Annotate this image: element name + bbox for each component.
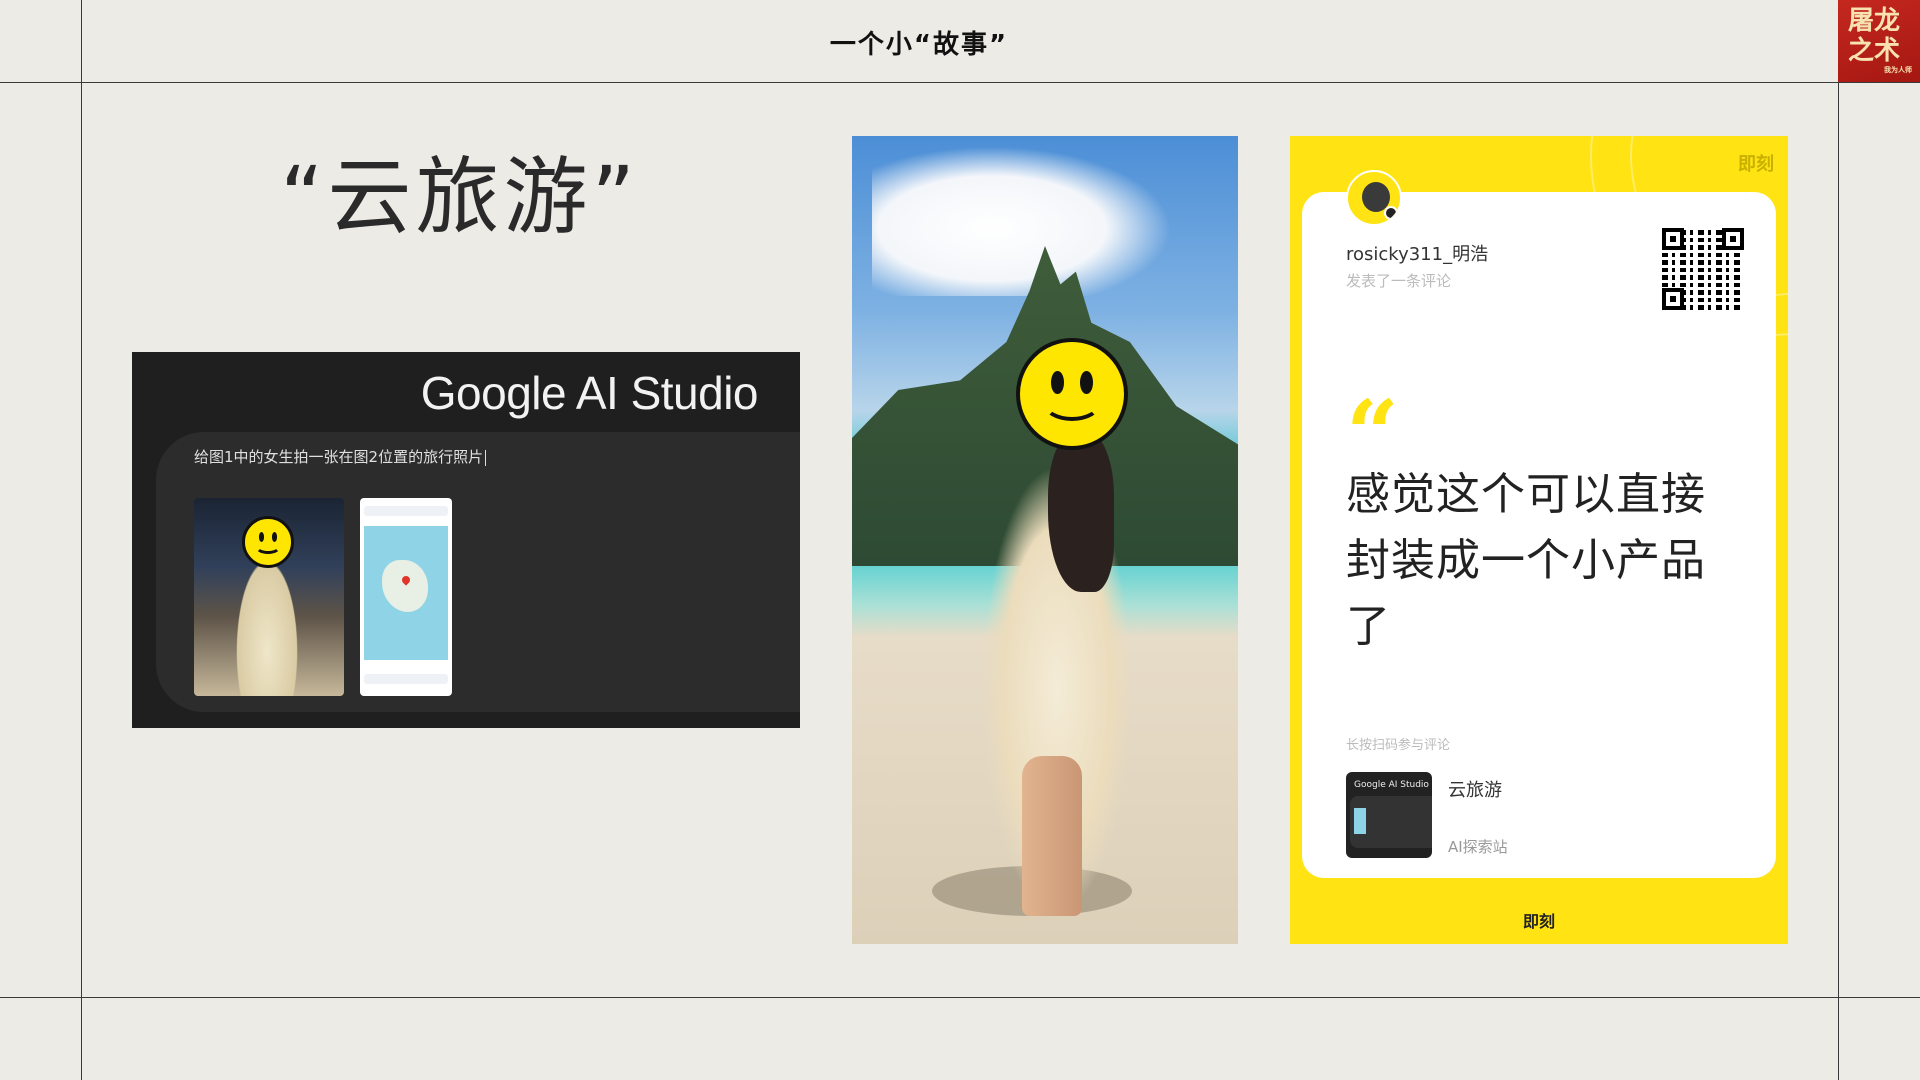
- avatar[interactable]: [1346, 170, 1402, 226]
- girl-figure: [232, 548, 302, 696]
- avatar-badge-icon: [1384, 206, 1398, 220]
- jike-logo-top: 即刻: [1738, 154, 1774, 175]
- ai-studio-logo: Google AI Studio: [420, 367, 759, 419]
- user-action: 发表了一条评论: [1346, 272, 1452, 290]
- girl-hair: [1048, 432, 1114, 592]
- topic-thumb-logo: Google AI Studio: [1354, 780, 1429, 790]
- prompt-input[interactable]: 给图1中的女生拍一张在图2位置的旅行照片: [194, 446, 486, 467]
- seal-small-text: 我为人师: [1884, 65, 1912, 74]
- ai-studio-screenshot: Google AI Studio 给图1中的女生拍一张在图2位置的旅行照片: [132, 352, 800, 728]
- generated-travel-photo: [852, 136, 1238, 944]
- cloud: [872, 146, 1172, 296]
- map-screenshot-thumbnail[interactable]: [360, 498, 452, 696]
- top-divider: [0, 82, 1920, 83]
- username[interactable]: rosicky311_明浩: [1346, 240, 1488, 266]
- seal-text: 屠龙之术: [1848, 6, 1901, 66]
- qr-code-icon: [1658, 224, 1748, 314]
- left-divider: [81, 0, 82, 1080]
- slide-title: “云旅游”: [280, 148, 640, 246]
- bottom-divider: [0, 997, 1920, 998]
- scan-hint: 长按扫码参与评论: [1346, 738, 1451, 753]
- topic-subtitle: AI探索站: [1448, 838, 1508, 856]
- map-buttons: [364, 674, 448, 684]
- seal-logo: 屠龙之术 我为人师: [1838, 0, 1920, 82]
- topic-thumbnail[interactable]: Google AI Studio: [1346, 772, 1432, 858]
- prompt-panel: 给图1中的女生拍一张在图2位置的旅行照片: [156, 432, 800, 712]
- topic-thumb-image: [1354, 808, 1366, 834]
- map-search-bar: [364, 506, 448, 516]
- topic-title[interactable]: 云旅游: [1448, 776, 1502, 802]
- comment-text: 感觉这个可以直接封装成一个小产品了: [1346, 469, 1706, 652]
- girl-legs: [1022, 756, 1082, 916]
- reference-photo-thumbnail[interactable]: [194, 498, 344, 696]
- smiley-face-icon: [1016, 338, 1128, 450]
- smiley-face-icon: [242, 516, 294, 568]
- comment-content: rosicky311_明浩 发表了一条评论 “ 感觉这个可以直接封装成一个小产品…: [1302, 170, 1776, 878]
- comment-share-card: 即刻 rosicky311_明浩 发表了一条评论 “ 感觉这个可以直接封装成一个…: [1290, 136, 1788, 944]
- page-title: 一个小“故事”: [829, 30, 1009, 60]
- right-divider: [1838, 0, 1839, 1080]
- jike-logo-bottom: 即刻: [1522, 912, 1555, 931]
